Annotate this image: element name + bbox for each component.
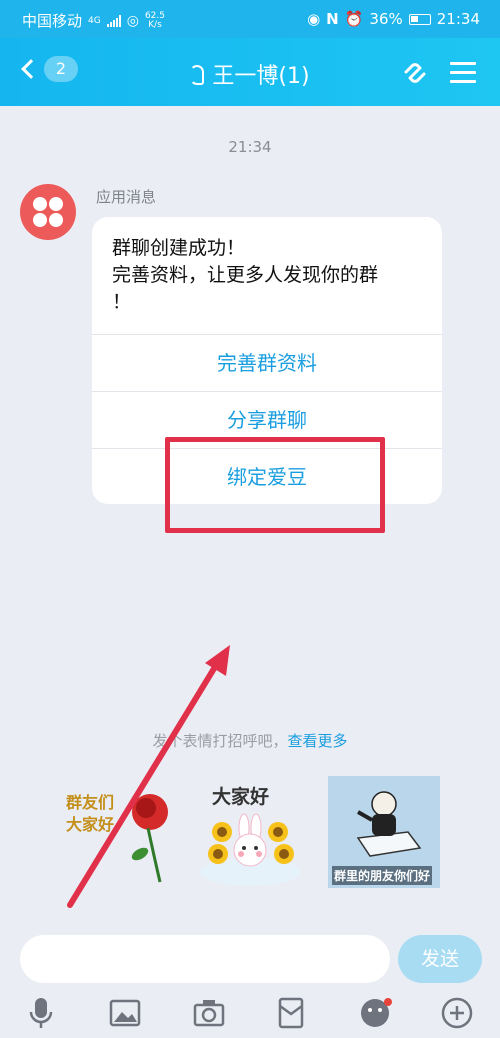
sender-name: 应用消息 xyxy=(96,188,157,206)
card-line: ！ xyxy=(112,291,132,313)
bunny-sunflower-sticker-icon[interactable]: 大家好 xyxy=(194,776,306,888)
network-speed: 62.5 K/s xyxy=(145,11,165,30)
rose-sticker-icon[interactable]: 群友们 大家好 xyxy=(60,776,172,888)
ice-cube-meme-sticker-icon[interactable]: 群里的朋友你们好 xyxy=(328,776,440,888)
card-line: 群聊创建成功！ xyxy=(112,237,246,259)
emoji-icon[interactable] xyxy=(358,996,392,1030)
link-icon[interactable] xyxy=(400,58,430,88)
red-packet-icon[interactable] xyxy=(274,996,308,1030)
sticker-caption: 大家好 xyxy=(212,786,270,808)
sticker-caption: 群里的朋友你们好 xyxy=(332,866,433,885)
carrier-name: 中国移动 xyxy=(22,12,83,30)
microphone-icon[interactable] xyxy=(24,996,58,1030)
complete-group-info-button[interactable]: 完善群资料 xyxy=(92,334,442,391)
camera-icon[interactable] xyxy=(192,996,226,1030)
network-type: 4G xyxy=(88,15,101,26)
input-bar: 发送 xyxy=(0,925,500,993)
bind-idol-button[interactable]: 绑定爱豆 xyxy=(92,448,442,504)
battery-icon xyxy=(408,13,431,25)
more-plus-icon[interactable] xyxy=(440,996,474,1030)
hotspot-icon: ◎ xyxy=(126,12,139,29)
message-timestamp: 21:34 xyxy=(228,138,272,156)
sticker-caption: 群友们 大家好 xyxy=(66,793,115,834)
battery-percent: 36% xyxy=(369,10,403,28)
greeting-hint: 发个表情打招呼吧，查看更多 xyxy=(0,730,500,751)
signal-icon xyxy=(106,14,121,27)
input-toolbar xyxy=(0,990,500,1038)
share-group-button[interactable]: 分享群聊 xyxy=(92,391,442,448)
clock: 21:34 xyxy=(436,10,480,28)
ear-icon xyxy=(190,65,205,85)
eye-comfort-icon: ◉ xyxy=(307,10,321,28)
alarm-icon: ⏰ xyxy=(344,10,364,28)
menu-icon[interactable] xyxy=(450,62,476,84)
greeting-hint-text: 发个表情打招呼吧， xyxy=(152,732,288,750)
send-button[interactable]: 发送 xyxy=(398,935,482,983)
image-icon[interactable] xyxy=(108,996,142,1030)
nfc-icon: N xyxy=(326,10,339,28)
speed-unit: K/s xyxy=(148,19,162,30)
view-more-link[interactable]: 查看更多 xyxy=(288,732,348,750)
chat-header: 2 王一博(1) xyxy=(0,38,500,106)
sticker-suggestions: 群友们 大家好 大家好 群里的朋友你们好 xyxy=(60,776,440,891)
group-created-card: 群聊创建成功！ 完善资料，让更多人发现你的群 ！ 完善群资料 分享群聊 绑定爱豆 xyxy=(92,217,442,504)
message-input[interactable] xyxy=(20,935,390,983)
card-message: 群聊创建成功！ 完善资料，让更多人发现你的群 ！ xyxy=(92,217,442,334)
app-avatar[interactable] xyxy=(20,184,76,240)
chat-title: 王一博(1) xyxy=(212,64,310,89)
card-line: 完善资料，让更多人发现你的群 xyxy=(112,264,379,286)
status-bar: 中国移动 4G ◎ 62.5 K/s ◉ N ⏰ 36% 21:34 xyxy=(0,0,500,38)
